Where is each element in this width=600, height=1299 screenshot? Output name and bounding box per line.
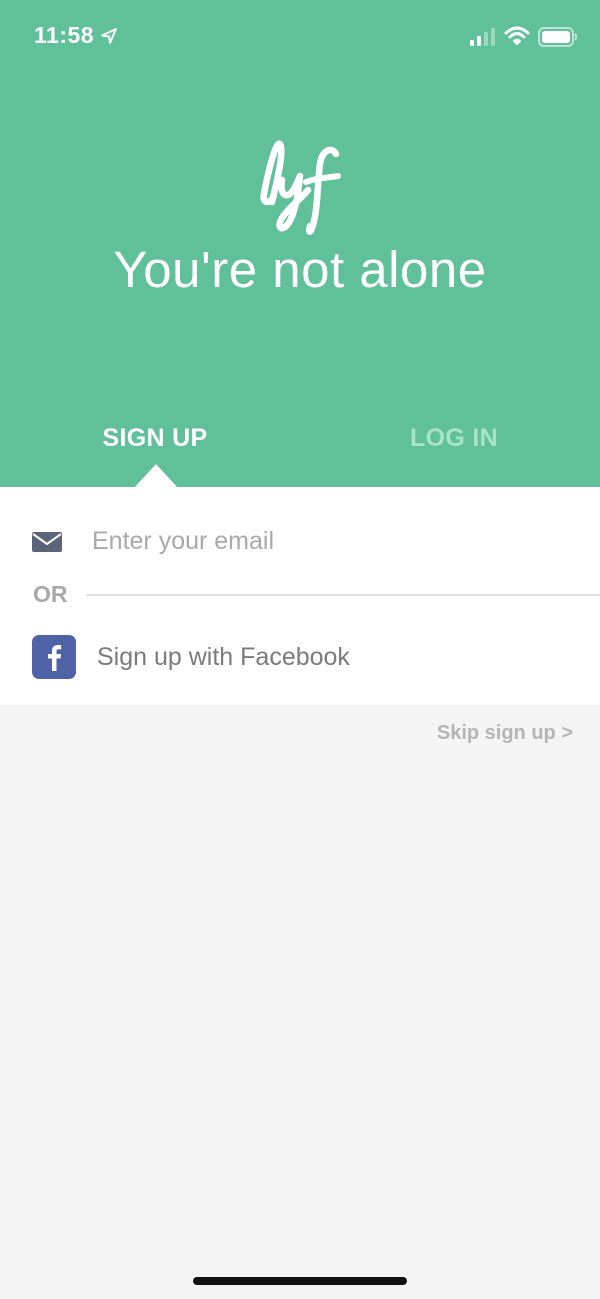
tagline: You're not alone: [113, 241, 487, 298]
or-label: OR: [33, 581, 68, 607]
location-arrow-icon: [101, 28, 117, 44]
home-indicator[interactable]: [193, 1277, 407, 1285]
sign-up-form: OR Sign up with Facebook: [0, 487, 600, 705]
lyf-logo: [260, 140, 341, 235]
or-divider: [86, 594, 600, 596]
facebook-button-label: Sign up with Facebook: [97, 643, 350, 671]
tab-log-in[interactable]: LOG IN: [354, 418, 554, 458]
active-tab-indicator: [134, 464, 178, 488]
status-bar: 11:58: [0, 0, 600, 76]
tab-sign-up[interactable]: SIGN UP: [55, 418, 255, 458]
status-time: 11:58: [34, 22, 95, 48]
cellular-signal-icon: [470, 28, 495, 46]
email-input[interactable]: [92, 517, 572, 565]
battery-icon: [538, 27, 578, 47]
wifi-icon: [504, 26, 530, 45]
facebook-sign-up-button[interactable]: Sign up with Facebook: [0, 627, 600, 687]
mail-icon: [32, 532, 62, 552]
facebook-icon: [32, 635, 76, 679]
hero-header: 11:58 You're not alone SIGN UP LOG IN: [0, 0, 600, 488]
skip-sign-up-link[interactable]: Skip sign up >: [437, 718, 573, 748]
